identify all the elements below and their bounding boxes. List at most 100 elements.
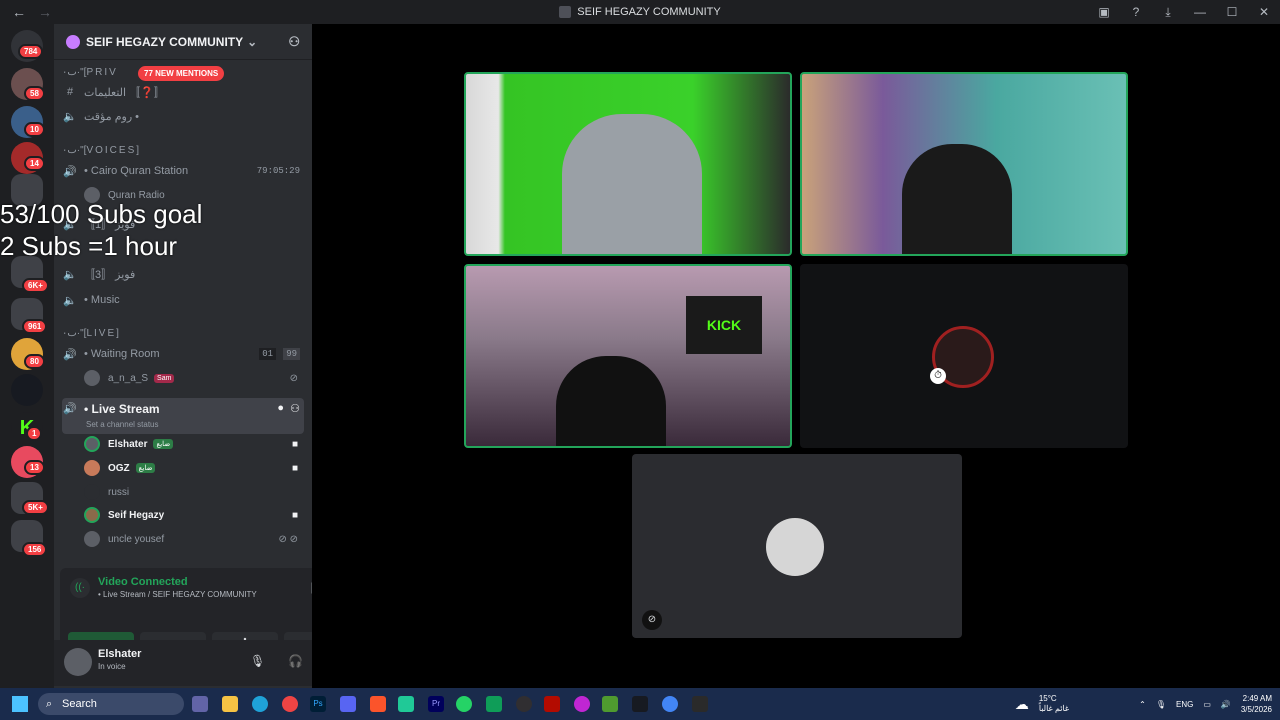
camera-icon: ■	[291, 438, 298, 450]
category-live[interactable]: ٮ٠·"[LIVE]	[62, 323, 304, 343]
user-limit-badge: 99	[283, 348, 300, 360]
voice-status-title[interactable]: Video Connected	[98, 576, 188, 588]
channel-sidebar: SEIF HEGAZY COMMUNITY ⌄ ⚇ 77 NEW MENTION…	[54, 24, 366, 688]
voice-user-row[interactable]: Seif Hegazy ■	[84, 505, 300, 525]
voice-user-row[interactable]: a_n_a_S Sam ⊘	[84, 368, 300, 388]
server-badge: 1	[26, 426, 43, 441]
category-voices[interactable]: ٮ٠·"[VOICES]	[62, 140, 304, 160]
speaker-icon: 🔈	[63, 110, 77, 123]
windows-start-icon[interactable]	[12, 696, 28, 712]
channel-temp-room[interactable]: 🔈 روم مؤقت •	[62, 106, 304, 126]
weather-desc: غائم غالباً	[1038, 704, 1070, 713]
avatar	[766, 518, 824, 576]
voice-user-row[interactable]: uncle yousef ⊘ ⊘	[84, 529, 300, 549]
steam-icon[interactable]	[11, 374, 43, 406]
microphone-icon[interactable]: 🎙	[1156, 700, 1166, 709]
avatar	[84, 460, 100, 476]
video-tile[interactable]: ⏱	[800, 264, 1128, 448]
close-button[interactable]: ✕	[1248, 5, 1280, 19]
app-icon[interactable]	[574, 696, 590, 712]
sheets-icon[interactable]	[486, 696, 502, 712]
voice-status-subtitle[interactable]: • Live Stream / SEIF HEGAZY COMMUNITY	[98, 590, 257, 599]
discord-icon[interactable]	[340, 696, 356, 712]
clock-time: 2:49 AM	[1242, 694, 1272, 703]
channel-music[interactable]: 🔈 • Music	[62, 290, 304, 310]
channel-waiting-room[interactable]: 🔊 • Waiting Room 01 99	[62, 344, 304, 364]
server-badge: 14	[24, 156, 45, 171]
window-title: SEIF HEGAZY COMMUNITY	[577, 6, 721, 18]
voice-user-row[interactable]: Elshater ضايع ■	[84, 434, 300, 454]
taskbar-search[interactable]: ⌕ Search	[38, 693, 184, 715]
avatar	[84, 436, 100, 452]
channel-cairo-quran[interactable]: 🔊 • Cairo Quran Station 79:05:29	[62, 161, 304, 181]
steam-icon[interactable]	[632, 696, 648, 712]
participant-video	[556, 356, 666, 446]
weather-icon[interactable]: ☁	[1015, 696, 1029, 713]
maximize-button[interactable]: ☐	[1216, 5, 1248, 19]
voice-user-row[interactable]: russi	[84, 482, 300, 502]
dm-badge: 784	[18, 44, 44, 59]
epic-games-icon[interactable]	[692, 696, 708, 712]
video-tile[interactable]	[800, 72, 1128, 256]
channel-voice-3[interactable]: 🔈 فويز 〚3〛	[62, 264, 304, 284]
teams-icon[interactable]	[192, 696, 208, 712]
server-header[interactable]: SEIF HEGAZY COMMUNITY ⌄ ⚇	[54, 24, 312, 60]
avatar	[84, 507, 100, 523]
channel-status[interactable]: Set a channel status	[86, 420, 159, 429]
network-icon[interactable]: ▭	[1203, 700, 1211, 709]
chrome-icon[interactable]	[282, 696, 298, 712]
server-badge: 80	[24, 354, 45, 369]
avatar[interactable]	[64, 648, 92, 676]
acrobat-icon[interactable]	[544, 696, 560, 712]
speaker-icon: 🔈	[63, 268, 77, 281]
video-tile[interactable]	[464, 72, 792, 256]
file-explorer-icon[interactable]	[222, 696, 238, 712]
category-private[interactable]: ٮ٠·"[PRIV	[62, 62, 304, 82]
subs-goal-line: 53/100 Subs goal	[0, 199, 203, 229]
minimize-button[interactable]: —	[1184, 5, 1216, 19]
deafened-icon: ⊘	[642, 610, 662, 630]
channel-live-stream[interactable]: 🔊 • Live Stream ● ⚇ Set a channel status	[62, 398, 304, 434]
volume-icon[interactable]: 🔊	[1221, 700, 1231, 709]
channel-instructions[interactable]: # التعليمات 〚❓〛	[62, 82, 304, 102]
voice-user-row[interactable]: OGZ ضايع ■	[84, 458, 300, 478]
headphones-icon[interactable]: 🎧	[288, 654, 303, 668]
invite-icon[interactable]: ⚇	[290, 402, 300, 415]
edge-icon[interactable]	[252, 696, 268, 712]
user-limit-badge: 01	[259, 348, 276, 360]
server-badge: 58	[24, 86, 45, 101]
inbox-icon[interactable]: ▣	[1088, 5, 1120, 19]
activity-badge-icon: ⏱	[930, 368, 946, 384]
photoshop-icon[interactable]: Ps	[310, 696, 326, 712]
minecraft-icon[interactable]	[602, 696, 618, 712]
language-indicator[interactable]: ENG	[1176, 700, 1193, 709]
video-tile[interactable]: KICK	[464, 264, 792, 448]
clock[interactable]: 2:49 AM 3/5/2026	[1241, 693, 1272, 715]
chat-icon[interactable]: ●	[277, 402, 284, 414]
chevron-up-icon[interactable]: ⌃	[1139, 700, 1146, 709]
obs-icon[interactable]	[516, 696, 532, 712]
speaker-icon: 🔈	[63, 294, 77, 307]
invite-people-icon[interactable]: ⚇	[288, 34, 300, 50]
server-name: SEIF HEGAZY COMMUNITY	[86, 34, 244, 49]
download-icon[interactable]: ⤓	[1152, 5, 1184, 20]
server-icon	[559, 6, 572, 18]
chrome-icon[interactable]	[662, 696, 678, 712]
signal-icon[interactable]: ((·	[70, 578, 90, 598]
hash-icon: #	[66, 86, 74, 98]
channel-timer: 79:05:29	[256, 166, 300, 176]
brave-icon[interactable]	[370, 696, 386, 712]
deafened-icon: ⊘ ⊘	[278, 533, 298, 545]
speaker-active-icon: 🔊	[63, 403, 77, 415]
muted-icon: ⊘	[289, 372, 298, 384]
app-icon[interactable]	[398, 696, 414, 712]
video-tile[interactable]: ⊘	[632, 454, 962, 638]
premiere-icon[interactable]: Pr	[428, 696, 444, 712]
username[interactable]: Elshater	[98, 648, 141, 660]
server-badge: 6K+	[22, 278, 49, 293]
whatsapp-icon[interactable]	[456, 696, 472, 712]
user-status: In voice	[98, 662, 126, 671]
participant-video	[902, 144, 1012, 254]
microphone-icon[interactable]: 🎙	[250, 654, 265, 668]
help-icon[interactable]: ?	[1120, 5, 1152, 19]
